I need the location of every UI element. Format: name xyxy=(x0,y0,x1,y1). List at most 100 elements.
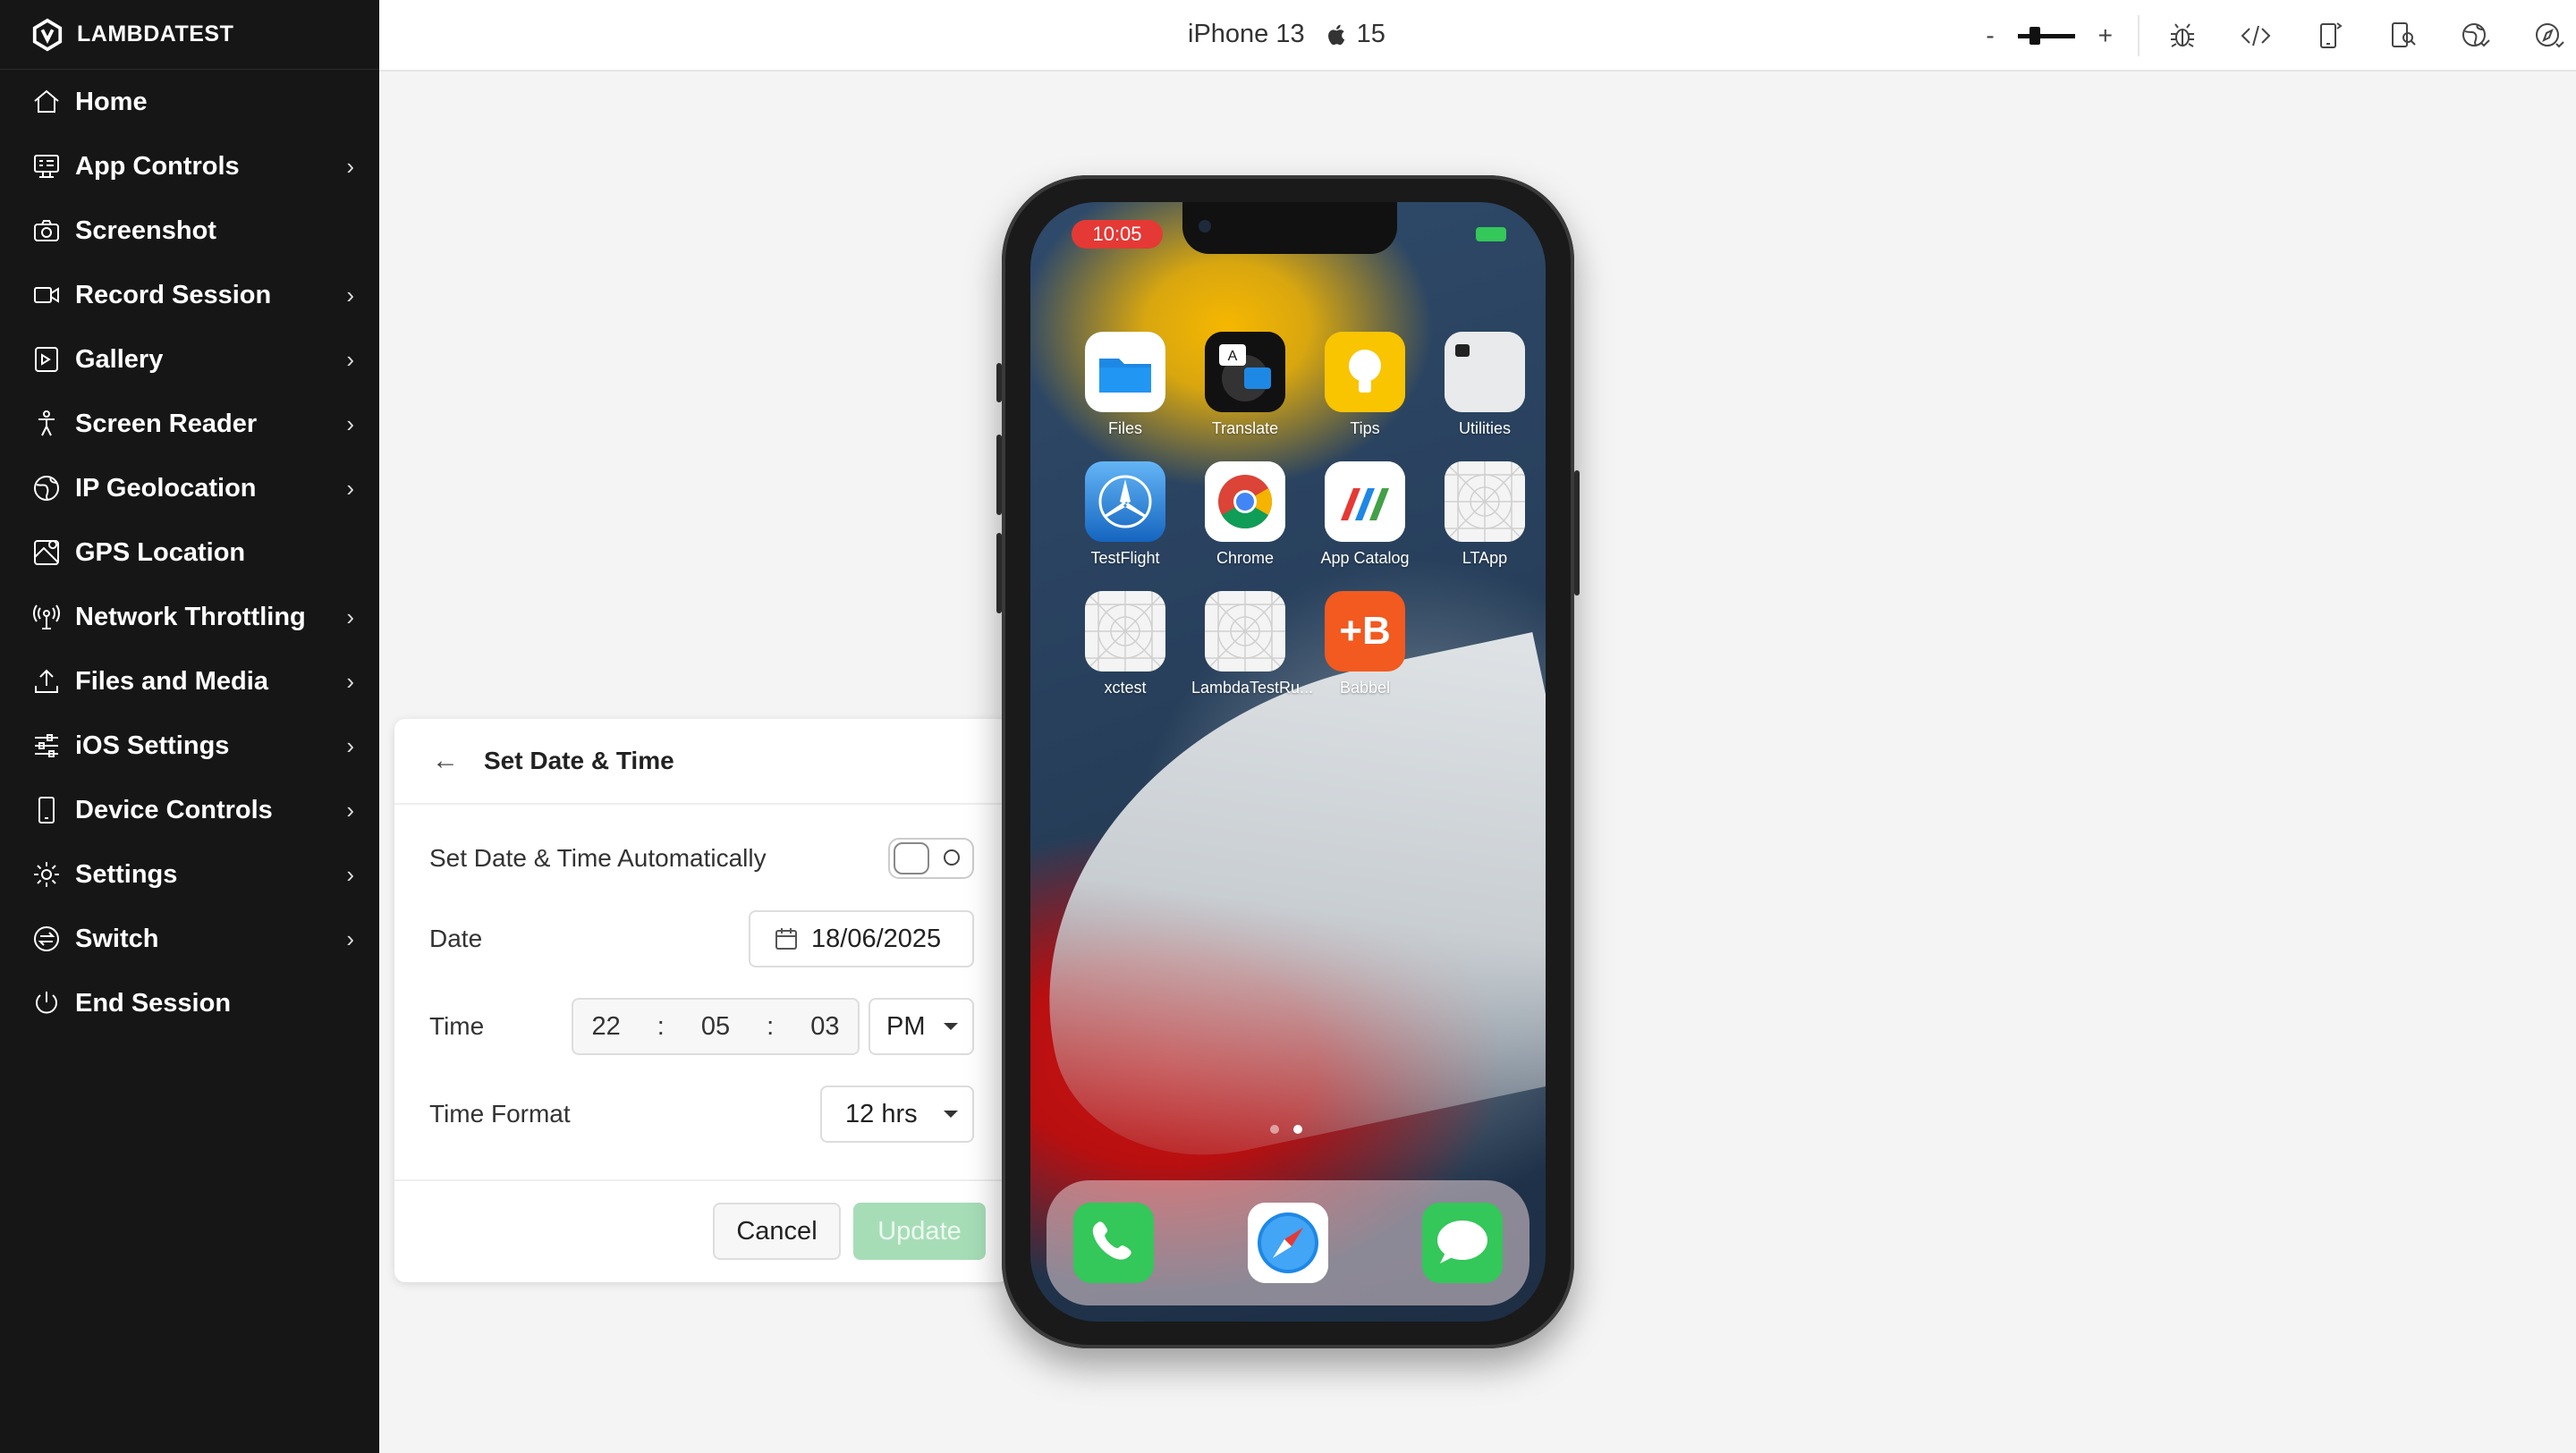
sidebar-item-label: App Controls xyxy=(75,151,240,181)
app-babbel[interactable]: +B Babbel xyxy=(1311,591,1419,697)
sidebar-item-label: Network Throttling xyxy=(75,602,306,631)
caret-down-icon xyxy=(944,1023,958,1030)
map-icon xyxy=(30,536,63,569)
sidebar-item-settings[interactable]: Settings › xyxy=(0,842,379,907)
back-arrow-icon[interactable]: ← xyxy=(432,746,459,776)
chevron-right-icon: › xyxy=(346,667,354,695)
app-lambdatestru[interactable]: LambdaTestRu... xyxy=(1191,591,1313,697)
volume-up-button xyxy=(996,435,1002,515)
rotate-icon[interactable] xyxy=(2313,20,2345,52)
sidebar-item-end-session[interactable]: End Session xyxy=(0,971,379,1035)
sidebar-item-network-throttling[interactable]: Network Throttling › xyxy=(0,585,379,649)
apple-icon xyxy=(1327,24,1344,45)
sidebar-item-files-and-media[interactable]: Files and Media › xyxy=(0,649,379,714)
panel-header: ← Set Date & Time xyxy=(394,719,1009,805)
zoom-control: - + xyxy=(1986,15,2140,56)
device-screen[interactable]: 10:05 Files A Translate Tips Utilities TestFl… xyxy=(1030,202,1546,1322)
app-label: LTApp xyxy=(1462,549,1508,567)
zoom-in-button[interactable]: + xyxy=(2098,21,2113,50)
inspector-icon[interactable] xyxy=(2386,20,2419,52)
zoom-slider[interactable] xyxy=(2017,25,2075,46)
update-button[interactable]: Update xyxy=(853,1203,986,1260)
time-format-value: 12 hrs xyxy=(845,1099,918,1128)
brand-name: LAMBDATEST xyxy=(77,21,234,46)
sidebar-item-label: Switch xyxy=(75,924,159,953)
caret-down-icon xyxy=(944,1111,958,1118)
app-app-catalog[interactable]: App Catalog xyxy=(1311,461,1419,568)
toggle-knob xyxy=(894,842,929,874)
sidebar-nav: Home App Controls › Screenshot Record Sessio… xyxy=(0,70,379,1035)
sliders-icon xyxy=(30,730,63,762)
sidebar-item-screen-reader[interactable]: Screen Reader › xyxy=(0,392,379,456)
app-xctest[interactable]: xctest xyxy=(1072,591,1179,697)
toolbar: - + xyxy=(1986,0,2576,72)
time-row: Time 22 : 05 : 03 PM xyxy=(429,998,974,1055)
app-files[interactable]: Files xyxy=(1072,332,1179,438)
time-separator: : xyxy=(767,1011,775,1041)
globe-check-icon[interactable] xyxy=(2460,20,2492,52)
time-label: Time xyxy=(429,1012,485,1040)
second-input[interactable]: 03 xyxy=(810,1012,839,1042)
brand[interactable]: LAMBDATEST xyxy=(0,0,379,70)
time-format-select[interactable]: 12 hrs xyxy=(820,1086,974,1143)
sidebar-item-label: Home xyxy=(75,87,148,116)
compass-icon[interactable] xyxy=(2533,20,2565,52)
camera-icon xyxy=(30,215,63,247)
app-ltapp[interactable]: LTApp xyxy=(1431,461,1538,568)
chevron-right-icon: › xyxy=(346,603,354,630)
sidebar-item-record-session[interactable]: Record Session › xyxy=(0,263,379,327)
sidebar-item-app-controls[interactable]: App Controls › xyxy=(0,134,379,199)
app-utilities[interactable]: Utilities xyxy=(1431,332,1538,438)
sidebar-item-ip-geolocation[interactable]: IP Geolocation › xyxy=(0,456,379,520)
app-tips[interactable]: Tips xyxy=(1311,332,1419,438)
ampm-value: PM xyxy=(886,1011,926,1041)
phone-icon[interactable] xyxy=(1073,1203,1155,1283)
hour-input[interactable]: 22 xyxy=(592,1012,621,1042)
chevron-right-icon: › xyxy=(346,731,354,759)
babbel-icon: +B xyxy=(1325,591,1405,672)
app-testflight[interactable]: TestFlight xyxy=(1072,461,1179,568)
page-dot-active xyxy=(1293,1125,1302,1134)
testflight-icon xyxy=(1085,461,1165,542)
sidebar-item-label: iOS Settings xyxy=(75,731,230,760)
gallery-icon xyxy=(30,343,63,376)
sidebar-item-gallery[interactable]: Gallery › xyxy=(0,327,379,392)
sidebar-item-label: GPS Location xyxy=(75,537,246,567)
chevron-right-icon: › xyxy=(346,345,354,373)
placeholder-icon xyxy=(1445,461,1525,542)
sidebar-item-screenshot[interactable]: Screenshot xyxy=(0,199,379,263)
accessibility-icon xyxy=(30,408,63,440)
dock xyxy=(1046,1180,1530,1305)
time-format-row: Time Format 12 hrs xyxy=(429,1086,974,1143)
antenna-icon xyxy=(30,601,63,633)
sidebar-item-ios-settings[interactable]: iOS Settings › xyxy=(0,714,379,778)
app-label: Files xyxy=(1107,419,1142,437)
page-indicator xyxy=(1270,1125,1302,1134)
zoom-out-button[interactable]: - xyxy=(1986,21,1994,50)
app-translate[interactable]: A Translate xyxy=(1191,332,1299,438)
sidebar-item-switch[interactable]: Switch › xyxy=(0,907,379,971)
sidebar-item-label: Screen Reader xyxy=(75,409,258,438)
app-label: Translate xyxy=(1211,419,1279,437)
app-chrome[interactable]: Chrome xyxy=(1191,461,1299,568)
sidebar-item-gps-location[interactable]: GPS Location xyxy=(0,520,379,585)
minute-input[interactable]: 05 xyxy=(701,1012,730,1042)
sidebar-item-label: Device Controls xyxy=(75,795,273,824)
bug-icon[interactable] xyxy=(2166,20,2199,52)
messages-icon[interactable] xyxy=(1421,1203,1503,1283)
code-icon[interactable] xyxy=(2240,20,2272,52)
auto-time-toggle[interactable] xyxy=(888,838,974,879)
zoom-thumb[interactable] xyxy=(2029,27,2040,45)
cancel-button[interactable]: Cancel xyxy=(713,1203,841,1260)
safari-icon[interactable] xyxy=(1247,1203,1328,1283)
sidebar-item-home[interactable]: Home xyxy=(0,70,379,134)
app-label: TestFlight xyxy=(1090,549,1160,567)
date-picker-input[interactable]: 18/06/2025 xyxy=(749,910,974,967)
ampm-select[interactable]: PM xyxy=(869,998,974,1055)
placeholder-icon xyxy=(1085,591,1165,672)
auto-time-label: Set Date & Time Automatically xyxy=(429,844,767,872)
page-dot xyxy=(1270,1125,1279,1134)
sidebar-item-device-controls[interactable]: Device Controls › xyxy=(0,778,379,842)
sidebar-item-label: Screenshot xyxy=(75,215,216,245)
time-box: 22 : 05 : 03 xyxy=(572,998,860,1055)
